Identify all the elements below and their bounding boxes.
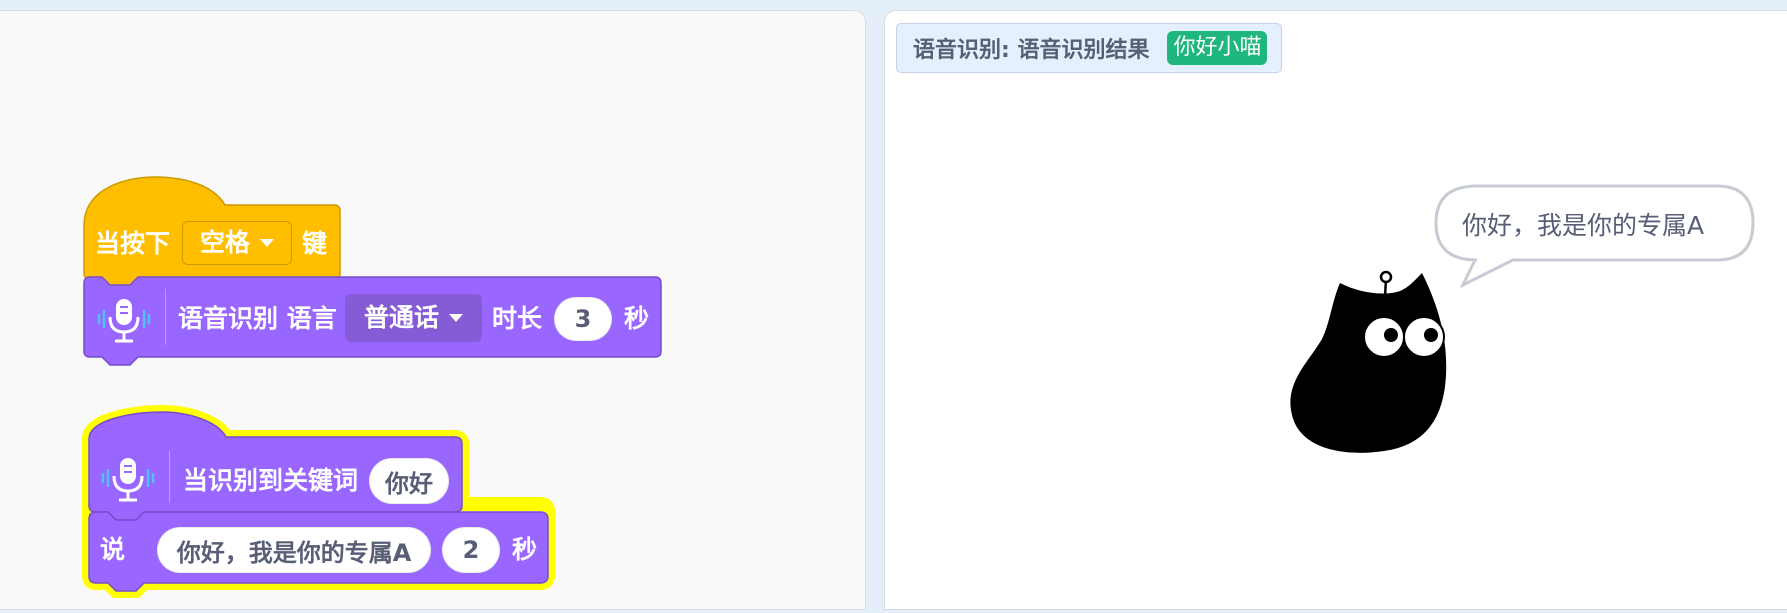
say-label: 说 <box>100 535 126 564</box>
block-separator <box>169 451 170 503</box>
keyword-input[interactable]: 你好 <box>369 458 449 504</box>
say-seconds-input[interactable]: 2 <box>442 527 500 573</box>
say-message-input[interactable]: 你好，我是你的专属A <box>157 527 431 573</box>
speech-bubble-text: 你好，我是你的专属A <box>1462 211 1705 240</box>
variable-monitor[interactable]: 语音识别: 语音识别结果 你好小喵 <box>896 23 1283 73</box>
microphone-icon <box>101 458 155 502</box>
code-area[interactable]: 当按下 空格 键 语音识别 语言 普通话 时长 3 秒 当识别到关键词 你好 说… <box>0 10 866 610</box>
monitor-value: 你好小喵 <box>1167 31 1268 65</box>
keyword-hat-label: 当识别到关键词 <box>183 466 359 495</box>
monitor-label: 语音识别: 语音识别结果 <box>913 38 1150 63</box>
block-shapes-2 <box>82 405 555 598</box>
say-unit-label: 秒 <box>512 535 538 564</box>
cat-sprite[interactable] <box>1278 265 1478 475</box>
